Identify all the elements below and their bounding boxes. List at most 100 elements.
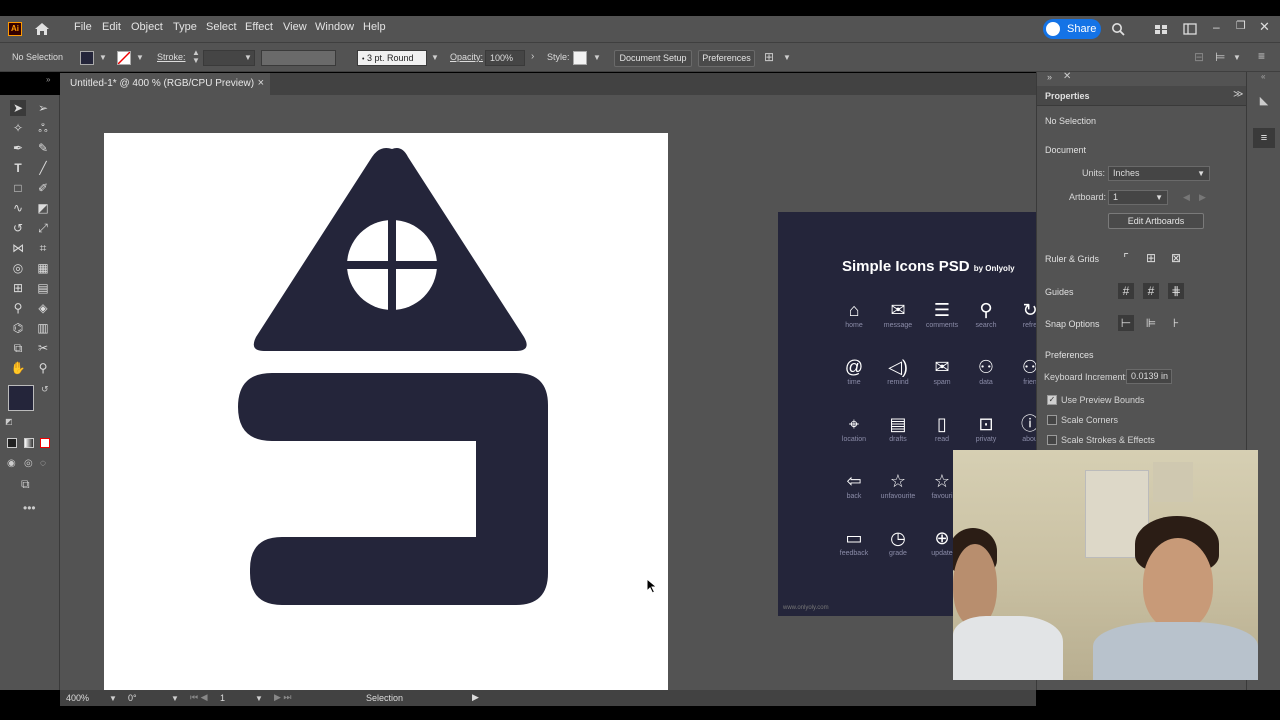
rotation-value[interactable]: 0° bbox=[128, 693, 137, 703]
draw-inside-icon[interactable]: ◌ bbox=[40, 458, 46, 469]
snap-to-pixel-icon[interactable]: ⊫ bbox=[1143, 315, 1159, 331]
expand-dock-icon[interactable]: « bbox=[1261, 72, 1265, 81]
chevron-down-icon[interactable]: ▼ bbox=[255, 694, 263, 703]
align-options-icon[interactable]: ⊞ bbox=[764, 50, 774, 64]
snap-to-glyph-icon[interactable]: ⊦ bbox=[1168, 315, 1184, 331]
width-tool-icon[interactable]: ⋈ bbox=[10, 240, 26, 256]
workspace-icon[interactable] bbox=[1183, 22, 1197, 36]
color-mode-icon[interactable] bbox=[7, 438, 17, 448]
menu-select[interactable]: Select bbox=[206, 21, 237, 33]
menu-object[interactable]: Object bbox=[131, 21, 163, 33]
screen-mode-icon[interactable]: ⧉ bbox=[21, 477, 30, 492]
close-window-icon[interactable]: ✕ bbox=[1259, 19, 1270, 35]
shaper-tool-icon[interactable]: ∿ bbox=[10, 200, 26, 216]
menu-window[interactable]: Window bbox=[315, 21, 354, 33]
menu-file[interactable]: File bbox=[74, 21, 92, 33]
draw-behind-icon[interactable]: ◎ bbox=[24, 458, 33, 469]
style-swatch[interactable] bbox=[573, 51, 587, 65]
menu-help[interactable]: Help bbox=[363, 21, 386, 33]
panel-menu-icon[interactable]: ≫ bbox=[1233, 89, 1243, 100]
stroke-label[interactable]: Stroke: bbox=[157, 52, 186, 62]
opacity-field[interactable]: 100% bbox=[485, 50, 525, 66]
units-dropdown[interactable]: Inches ▼ bbox=[1108, 166, 1210, 181]
home-icon[interactable] bbox=[34, 21, 50, 37]
chevron-right-icon[interactable]: › bbox=[531, 51, 534, 62]
artboard-tool-icon[interactable]: ⧉ bbox=[10, 340, 26, 356]
menu-edit[interactable]: Edit bbox=[102, 21, 121, 33]
scale-corners-checkbox[interactable] bbox=[1047, 415, 1057, 425]
share-button[interactable]: Share bbox=[1043, 19, 1101, 39]
chevron-down-icon[interactable]: ▼ bbox=[136, 53, 144, 62]
brush-definition[interactable]: • 3 pt. Round bbox=[357, 50, 427, 66]
mesh-tool-icon[interactable]: ⊞ bbox=[10, 280, 26, 296]
eraser-tool-icon[interactable]: ◩ bbox=[35, 200, 51, 216]
fill-color-swatch[interactable] bbox=[8, 385, 34, 411]
none-mode-icon[interactable] bbox=[40, 438, 50, 448]
swap-colors-icon[interactable]: ↺ bbox=[41, 384, 49, 395]
document-tab[interactable]: Untitled-1* @ 400 % (RGB/CPU Preview) × bbox=[60, 73, 270, 95]
fill-swatch[interactable] bbox=[80, 51, 94, 65]
search-icon[interactable] bbox=[1111, 22, 1125, 36]
direct-selection-tool-icon[interactable]: ➢ bbox=[35, 100, 51, 116]
collapse-panel-icon[interactable]: » bbox=[1047, 72, 1052, 82]
smart-guides-icon[interactable]: ⋕ bbox=[1168, 283, 1184, 299]
stroke-swatch[interactable] bbox=[117, 51, 131, 65]
artboard-dropdown[interactable]: 1 ▼ bbox=[1108, 190, 1168, 205]
blend-tool-icon[interactable]: ◈ bbox=[35, 300, 51, 316]
close-panel-icon[interactable]: ✕ bbox=[1063, 71, 1071, 82]
scale-tool-icon[interactable]: ⤢ bbox=[35, 220, 51, 236]
perspective-grid-icon[interactable]: ▦ bbox=[35, 260, 51, 276]
next-artboard-icon[interactable]: ▶ bbox=[1199, 192, 1206, 203]
stroke-stepper-icon[interactable]: ▲ ▼ bbox=[192, 49, 200, 65]
arrange-documents-icon[interactable] bbox=[1154, 22, 1168, 36]
type-tool-icon[interactable]: T bbox=[10, 160, 26, 176]
chevron-down-icon[interactable]: ▼ bbox=[109, 694, 117, 703]
variable-width-profile[interactable] bbox=[261, 50, 336, 66]
next-artboard-icon[interactable]: ▶ ⏭ bbox=[274, 692, 292, 703]
default-colors-icon[interactable]: ◩ bbox=[5, 417, 13, 426]
chevron-down-icon[interactable]: ▼ bbox=[171, 694, 179, 703]
ruler-icon[interactable]: ⌜ bbox=[1118, 250, 1134, 266]
align-icon[interactable]: ⊨ bbox=[1215, 50, 1225, 64]
properties-dock-icon[interactable]: ≡ bbox=[1253, 128, 1275, 148]
edit-artboards-button[interactable]: Edit Artboards bbox=[1108, 213, 1204, 229]
chevron-down-icon[interactable]: ▼ bbox=[783, 53, 791, 62]
gradient-mode-icon[interactable] bbox=[24, 438, 34, 448]
magic-wand-icon[interactable]: ✧ bbox=[10, 120, 26, 136]
minimize-icon[interactable]: – bbox=[1213, 20, 1220, 34]
snap-to-point-icon[interactable]: ⊢ bbox=[1118, 315, 1134, 331]
shape-builder-icon[interactable]: ◎ bbox=[10, 260, 26, 276]
eyedropper-icon[interactable]: ⚲ bbox=[10, 300, 26, 316]
line-tool-icon[interactable]: ╱ bbox=[35, 160, 51, 176]
document-setup-button[interactable]: Document Setup bbox=[614, 50, 692, 67]
keyboard-increment-field[interactable]: 0.0139 in bbox=[1126, 369, 1172, 384]
libraries-icon[interactable]: ◣ bbox=[1256, 94, 1272, 110]
opacity-label[interactable]: Opacity: bbox=[450, 52, 483, 62]
transform-icon[interactable]: ⊟ bbox=[1194, 50, 1204, 64]
status-menu-icon[interactable]: ▶ bbox=[472, 692, 479, 703]
artboard[interactable] bbox=[104, 133, 668, 690]
menu-view[interactable]: View bbox=[283, 21, 307, 33]
prev-artboard-icon[interactable]: ◀ bbox=[1183, 192, 1190, 203]
house-icon-artwork[interactable] bbox=[104, 133, 668, 690]
free-transform-icon[interactable]: ⌗ bbox=[35, 240, 51, 256]
lock-guides-icon[interactable]: # bbox=[1143, 283, 1159, 299]
close-tab-icon[interactable]: × bbox=[258, 77, 264, 89]
guides-icon[interactable]: # bbox=[1118, 283, 1134, 299]
slice-tool-icon[interactable]: ✂ bbox=[35, 340, 51, 356]
chevron-down-icon[interactable]: ▼ bbox=[593, 53, 601, 62]
pen-tool-icon[interactable]: ✒ bbox=[10, 140, 26, 156]
collapse-icon[interactable]: » bbox=[46, 75, 50, 84]
rectangle-tool-icon[interactable]: □ bbox=[10, 180, 26, 196]
artboard-number[interactable]: 1 bbox=[220, 693, 225, 703]
rotate-tool-icon[interactable]: ↺ bbox=[10, 220, 26, 236]
menu-effect[interactable]: Effect bbox=[245, 21, 273, 33]
menu-type[interactable]: Type bbox=[173, 21, 197, 33]
canvas-area[interactable]: Simple Icons PSD by Onlyoly ⌂ home ✉ messag… bbox=[60, 95, 1036, 690]
first-artboard-icon[interactable]: ⏮ ◀ bbox=[190, 692, 208, 703]
grid-icon[interactable]: ⊞ bbox=[1143, 250, 1159, 266]
scale-strokes-checkbox[interactable] bbox=[1047, 435, 1057, 445]
symbol-sprayer-icon[interactable]: ⌬ bbox=[10, 320, 26, 336]
menu-icon[interactable]: ≡ bbox=[1258, 49, 1265, 63]
restore-icon[interactable]: ❐ bbox=[1236, 19, 1246, 32]
